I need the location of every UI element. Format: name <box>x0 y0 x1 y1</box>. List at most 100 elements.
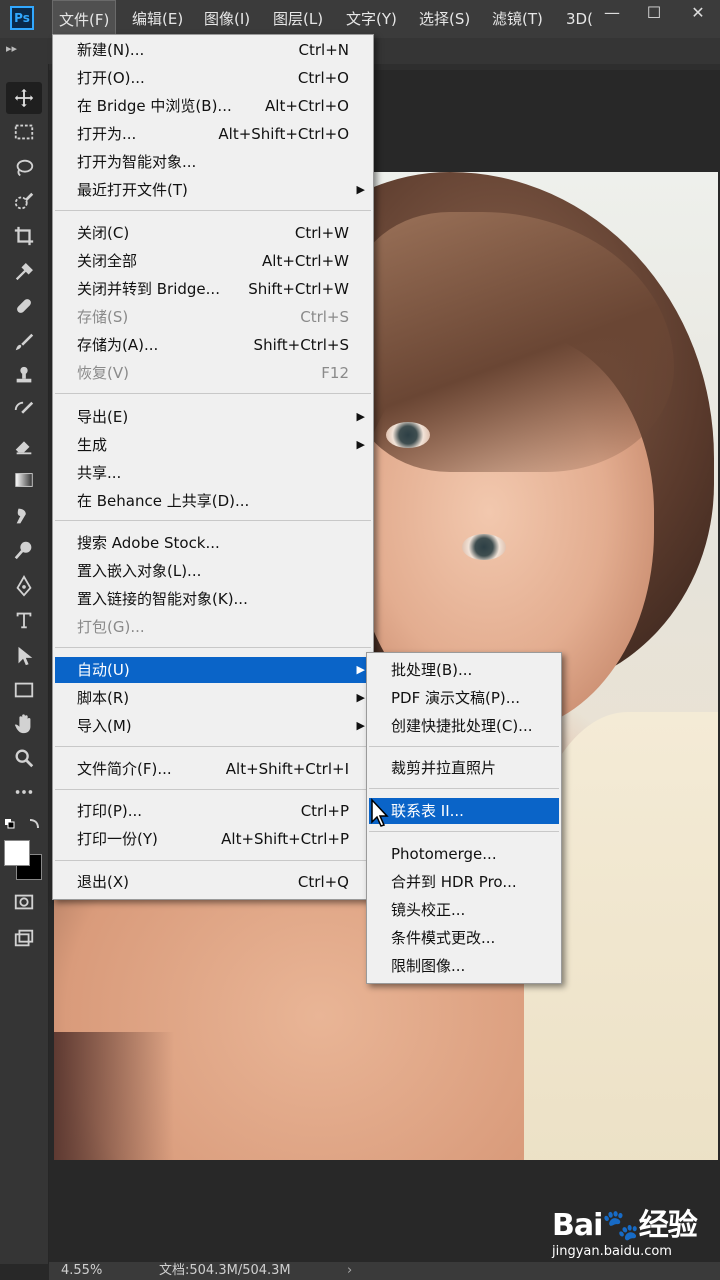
mouse-cursor-icon <box>371 798 389 827</box>
menu-separator <box>55 789 371 790</box>
move-tool-icon[interactable] <box>6 82 42 114</box>
menu-item-share-behance[interactable]: 在 Behance 上共享(D)... <box>55 488 371 514</box>
quick-selection-tool-icon[interactable] <box>6 186 42 218</box>
maximize-icon[interactable]: ☐ <box>634 0 674 28</box>
menu-item-place-linked[interactable]: 置入链接的智能对象(K)... <box>55 586 371 612</box>
brush-tool-icon[interactable] <box>6 326 42 358</box>
menu-item-file-info[interactable]: 文件简介(F)... Alt+Shift+Ctrl+I <box>55 756 371 782</box>
menu-item-close-all[interactable]: 关闭全部 Alt+Ctrl+W <box>55 248 371 274</box>
minimize-icon[interactable]: — <box>592 0 632 28</box>
submenu-item-pdf-presentation[interactable]: PDF 演示文稿(P)... <box>369 685 559 711</box>
dodge-tool-icon[interactable] <box>6 534 42 566</box>
menu-item-close[interactable]: 关闭(C) Ctrl+W <box>55 220 371 246</box>
menu-item-recent-files[interactable]: 最近打开文件(T) ▶ <box>55 177 371 203</box>
zoom-tool-icon[interactable] <box>6 742 42 774</box>
menu-item-import[interactable]: 导入(M) ▶ <box>55 713 371 739</box>
marquee-tool-icon[interactable] <box>6 116 42 148</box>
menu-item-print-one-copy[interactable]: 打印一份(Y) Alt+Shift+Ctrl+P <box>55 826 371 852</box>
menu-item-print[interactable]: 打印(P)... Ctrl+P <box>55 798 371 824</box>
pen-tool-icon[interactable] <box>6 570 42 602</box>
swap-colors-icon[interactable] <box>4 816 44 832</box>
submenu-item-crop-straighten[interactable]: 裁剪并拉直照片 <box>369 755 559 781</box>
menu-item-scripts[interactable]: 脚本(R) ▶ <box>55 685 371 711</box>
submenu-item-lens-correction[interactable]: 镜头校正... <box>369 897 559 923</box>
menu-separator <box>55 860 371 861</box>
file-menu-dropdown: 新建(N)... Ctrl+N 打开(O)... Ctrl+O 在 Bridge 中… <box>52 34 374 900</box>
submenu-item-batch[interactable]: 批处理(B)... <box>369 657 559 683</box>
menu-item-save-as[interactable]: 存储为(A)... Shift+Ctrl+S <box>55 332 371 358</box>
menu-item-browse-bridge[interactable]: 在 Bridge 中浏览(B)... Alt+Ctrl+O <box>55 93 371 119</box>
submenu-item-merge-hdr[interactable]: 合并到 HDR Pro... <box>369 869 559 895</box>
submenu-item-photomerge[interactable]: Photomerge... <box>369 841 559 867</box>
foreground-color-swatch[interactable] <box>4 840 30 866</box>
gradient-tool-icon[interactable] <box>6 464 42 496</box>
document-size: 文档:504.3M/504.3M <box>159 1263 291 1278</box>
menu-item-automate[interactable]: 自动(U) ▶ <box>55 657 371 683</box>
submenu-item-fit-image[interactable]: 限制图像... <box>369 953 559 979</box>
collapse-panel-icon[interactable]: ▸▸ <box>6 42 17 55</box>
quick-mask-icon[interactable] <box>6 886 42 918</box>
smudge-tool-icon[interactable] <box>6 500 42 532</box>
baidu-logo: Bai🐾经验 <box>552 1208 698 1243</box>
menu-item-open[interactable]: 打开(O)... Ctrl+O <box>55 65 371 91</box>
menu-edit[interactable]: 编辑(E) <box>126 0 189 38</box>
menu-separator <box>55 520 371 521</box>
eyedropper-tool-icon[interactable] <box>6 256 42 288</box>
menu-item-open-as[interactable]: 打开为... Alt+Shift+Ctrl+O <box>55 121 371 147</box>
menu-separator <box>55 210 371 211</box>
close-icon[interactable]: ✕ <box>678 0 718 28</box>
lasso-tool-icon[interactable] <box>6 152 42 184</box>
tools-panel <box>0 64 49 1264</box>
submenu-arrow-icon: ▶ <box>356 410 365 423</box>
path-selection-tool-icon[interactable] <box>6 640 42 672</box>
submenu-arrow-icon: ▶ <box>356 719 365 732</box>
more-tools-icon[interactable] <box>6 776 42 808</box>
crop-tool-icon[interactable] <box>6 220 42 252</box>
menu-separator <box>55 647 371 648</box>
menu-item-generate[interactable]: 生成 ▶ <box>55 432 371 458</box>
menu-item-exit[interactable]: 退出(X) Ctrl+Q <box>55 869 371 895</box>
menu-type[interactable]: 文字(Y) <box>340 0 403 38</box>
baidu-jingyan-watermark: Bai🐾经验 jingyan.baidu.com <box>552 1200 712 1270</box>
menu-item-share[interactable]: 共享... <box>55 460 371 486</box>
menu-separator <box>369 831 559 832</box>
menu-item-search-adobe-stock[interactable]: 搜索 Adobe Stock... <box>55 530 371 556</box>
eraser-tool-icon[interactable] <box>6 430 42 462</box>
menu-filter[interactable]: 滤镜(T) <box>486 0 549 38</box>
rectangle-tool-icon[interactable] <box>6 674 42 706</box>
submenu-item-create-droplet[interactable]: 创建快捷批处理(C)... <box>369 713 559 739</box>
menu-item-close-go-bridge[interactable]: 关闭并转到 Bridge... Shift+Ctrl+W <box>55 276 371 302</box>
screen-mode-icon[interactable] <box>6 922 42 954</box>
menu-item-package: 打包(G)... <box>77 618 145 636</box>
menu-separator <box>55 393 371 394</box>
menu-separator <box>369 788 559 789</box>
menu-image[interactable]: 图像(I) <box>198 0 256 38</box>
menu-separator <box>55 746 371 747</box>
submenu-arrow-icon: ▶ <box>356 183 365 196</box>
menu-layer[interactable]: 图层(L) <box>267 0 329 38</box>
menu-item-place-embedded[interactable]: 置入嵌入对象(L)... <box>55 558 371 584</box>
watermark-url: jingyan.baidu.com <box>552 1244 672 1259</box>
menu-item-new[interactable]: 新建(N)... Ctrl+N <box>55 37 371 63</box>
menu-separator <box>369 746 559 747</box>
menu-item-open-smart-object[interactable]: 打开为智能对象... <box>55 149 371 175</box>
menu-select[interactable]: 选择(S) <box>413 0 476 38</box>
submenu-arrow-icon: ▶ <box>356 691 365 704</box>
hand-tool-icon[interactable] <box>6 708 42 740</box>
automate-submenu: 批处理(B)... PDF 演示文稿(P)... 创建快捷批处理(C)... 裁… <box>366 652 562 984</box>
submenu-arrow-icon: ▶ <box>356 663 365 676</box>
submenu-arrow-icon: ▶ <box>356 438 365 451</box>
type-tool-icon[interactable] <box>6 604 42 636</box>
menu-item-revert: 恢复(V) F12 <box>77 364 349 382</box>
status-menu-arrow-icon[interactable]: › <box>347 1262 352 1280</box>
zoom-level[interactable]: 4.55% <box>61 1262 102 1280</box>
photoshop-logo-icon: Ps <box>10 6 34 30</box>
clone-stamp-tool-icon[interactable] <box>6 360 42 392</box>
submenu-item-contact-sheet[interactable]: 联系表 II... <box>369 798 559 824</box>
history-brush-tool-icon[interactable] <box>6 394 42 426</box>
menu-item-export[interactable]: 导出(E) ▶ <box>55 404 371 430</box>
menu-item-save: 存储(S) Ctrl+S <box>77 308 349 326</box>
submenu-item-conditional-mode[interactable]: 条件模式更改... <box>369 925 559 951</box>
healing-brush-tool-icon[interactable] <box>6 290 42 322</box>
menu-file[interactable]: 文件(F) <box>52 0 117 38</box>
